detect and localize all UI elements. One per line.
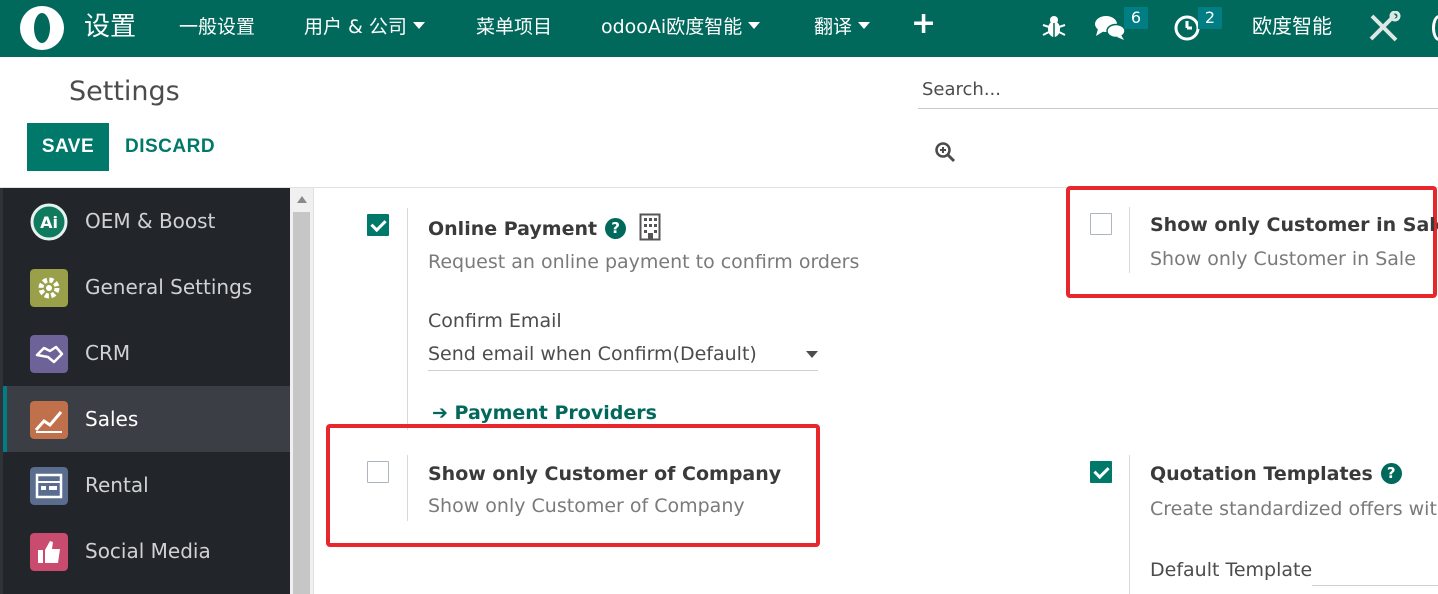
activities-badge: 2 [1198, 7, 1222, 29]
tools-icon[interactable] [1367, 11, 1401, 43]
svg-text:Ai: Ai [40, 213, 58, 232]
show-customer-company-checkbox[interactable] [367, 461, 389, 483]
bug-icon[interactable] [1041, 11, 1067, 43]
menu-menu-items[interactable]: 菜单项目 [476, 14, 552, 40]
app-logo-icon[interactable] [20, 6, 64, 50]
gear-icon [30, 269, 68, 307]
menu-general-settings[interactable]: 一般设置 [179, 14, 255, 40]
chevron-down-icon [412, 22, 425, 29]
setting-divider [407, 455, 408, 521]
quotation-templates-desc: Create standardized offers with [1150, 498, 1438, 520]
chevron-down-icon [858, 22, 871, 29]
breadcrumb: Settings [69, 76, 180, 107]
menu-translate[interactable]: 翻译 [814, 14, 871, 40]
menu-odooai[interactable]: odooAi欧度智能 [601, 14, 761, 40]
search-input[interactable] [918, 71, 1438, 109]
sidebar-item-label: General Settings [85, 275, 253, 299]
sidebar-item-label: CRM [85, 341, 131, 365]
sidebar-item-sales[interactable]: Sales [3, 386, 290, 452]
plus-icon[interactable]: + [911, 9, 936, 39]
chat-icon[interactable] [1094, 11, 1126, 43]
confirm-email-label: Confirm Email [428, 310, 562, 332]
menu-users-companies[interactable]: 用户 & 公司 [304, 14, 425, 40]
ai-icon: Ai [30, 203, 68, 241]
discard-button[interactable]: DISCARD [125, 123, 215, 171]
sidebar-item-label: Sales [85, 407, 139, 431]
settings-sidebar: Ai OEM & Boost General Settings CRM Sale… [0, 188, 290, 594]
sidebar-item-label: Rental [85, 473, 149, 497]
online-payment-desc: Request an online payment to confirm ord… [428, 251, 860, 273]
setting-divider [1129, 455, 1130, 594]
top-navbar: 设置 一般设置 用户 & 公司 菜单项目 odooAi欧度智能 翻译 + 6 2 [0, 0, 1438, 57]
scroll-up-arrow-icon[interactable] [297, 196, 307, 203]
confirm-email-select[interactable]: Send email when Confirm(Default) [428, 339, 818, 371]
scroll-thumb[interactable] [293, 212, 310, 594]
show-customer-company-desc: Show only Customer of Company [428, 495, 745, 517]
show-customer-sale-desc: Show only Customer in Sale [1150, 248, 1416, 270]
user-avatar-edge[interactable] [1432, 15, 1438, 41]
sidebar-item-crm[interactable]: CRM [6, 320, 293, 386]
setting-divider [407, 208, 408, 430]
thumbs-up-icon [30, 533, 68, 571]
chart-icon [30, 401, 68, 439]
chevron-down-icon [748, 22, 761, 29]
payment-providers-link[interactable]: ➔ Payment Providers [432, 400, 657, 426]
default-template-label: Default Template [1150, 559, 1313, 581]
sidebar-item-rental[interactable]: Rental [6, 452, 293, 518]
quotation-templates-title: Quotation Templates? [1150, 461, 1402, 487]
help-icon[interactable]: ? [1380, 463, 1402, 484]
setting-divider [1129, 207, 1130, 273]
default-template-select[interactable] [1312, 560, 1438, 586]
help-icon[interactable]: ? [605, 218, 627, 239]
search-icon[interactable] [934, 141, 956, 163]
quotation-templates-checkbox[interactable] [1090, 461, 1112, 483]
show-customer-sale-checkbox[interactable] [1090, 213, 1112, 235]
highlight-box [1066, 186, 1437, 298]
messages-badge: 6 [1124, 7, 1148, 29]
online-payment-title: Online Payment? [428, 213, 661, 242]
show-customer-sale-title: Show only Customer in Sale [1150, 214, 1438, 236]
sidebar-item-social-media[interactable]: Social Media [6, 518, 293, 584]
handshake-icon [30, 335, 68, 373]
rental-icon [30, 467, 68, 505]
app-title[interactable]: 设置 [84, 10, 136, 44]
sidebar-item-general-settings[interactable]: General Settings [6, 254, 293, 320]
sidebar-item-oem-boost[interactable]: Ai OEM & Boost [6, 188, 293, 254]
save-button[interactable]: SAVE [27, 123, 109, 171]
company-switcher[interactable]: 欧度智能 [1252, 13, 1332, 39]
online-payment-checkbox[interactable] [367, 214, 389, 236]
sidebar-item-label: Social Media [85, 539, 211, 563]
show-customer-company-title: Show only Customer of Company [428, 463, 782, 485]
control-panel: Settings SAVE DISCARD [0, 57, 1438, 188]
building-icon [639, 213, 661, 241]
arrow-right-icon: ➔ [432, 402, 448, 424]
sidebar-item-label: OEM & Boost [85, 209, 216, 233]
chevron-down-icon [806, 351, 818, 358]
content-scrollbar[interactable] [290, 188, 314, 594]
